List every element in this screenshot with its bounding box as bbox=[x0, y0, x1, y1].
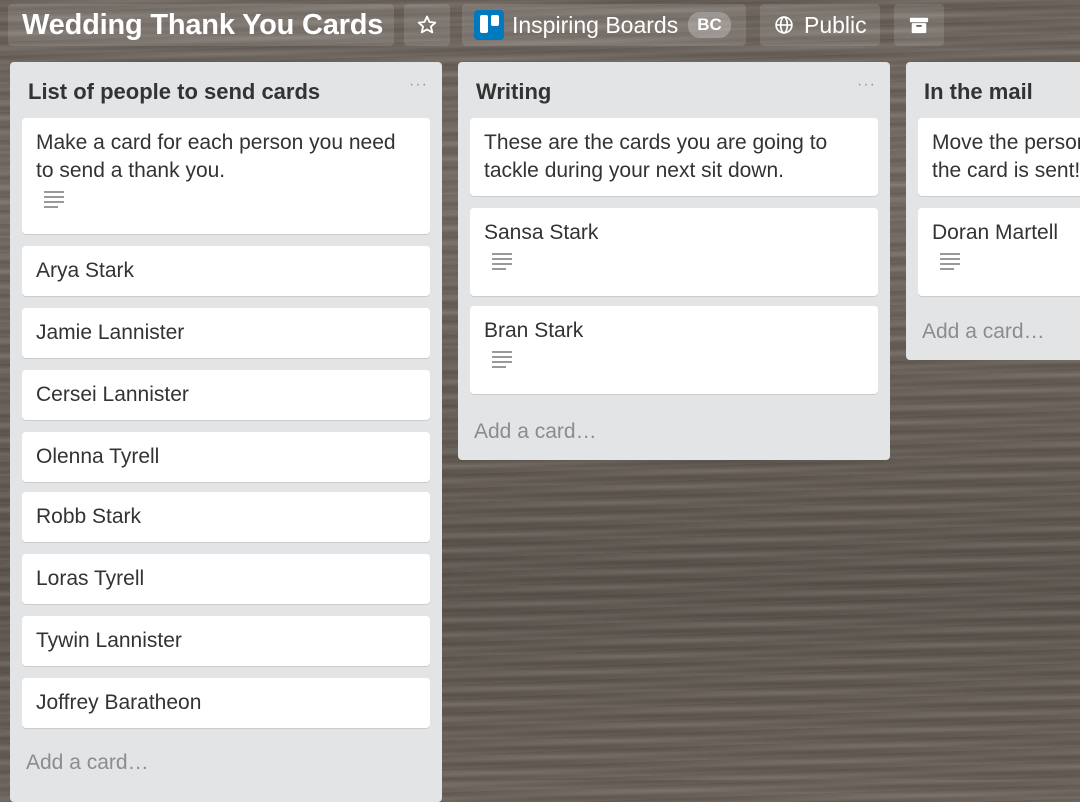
description-icon bbox=[44, 191, 64, 208]
list-card[interactable]: Joffrey Baratheon bbox=[22, 678, 430, 728]
add-card-button[interactable]: Add a card… bbox=[474, 420, 597, 444]
card-title: Move the person here once the card is se… bbox=[932, 131, 1080, 182]
list-card[interactable]: Doran Martell bbox=[918, 208, 1080, 296]
card-title: Joffrey Baratheon bbox=[36, 691, 202, 714]
list-card[interactable]: Make a card for each person you need to … bbox=[22, 118, 430, 234]
visibility-label: Public bbox=[804, 11, 867, 38]
list-menu-button[interactable]: ··· bbox=[857, 76, 876, 94]
list-writing: Writing ··· These are the cards you are … bbox=[458, 62, 890, 460]
star-button[interactable] bbox=[404, 4, 450, 46]
card-title: Jamie Lannister bbox=[36, 321, 185, 344]
card-title: Make a card for each person you need to … bbox=[36, 131, 396, 182]
team-badge: BC bbox=[688, 12, 731, 38]
card-title: Loras Tyrell bbox=[36, 567, 145, 590]
card-title: These are the cards you are going to tac… bbox=[484, 131, 828, 182]
add-card-button[interactable]: Add a card… bbox=[922, 320, 1045, 344]
team-name: Inspiring Boards bbox=[512, 11, 679, 38]
description-icon bbox=[492, 351, 512, 368]
card-title: Cersei Lannister bbox=[36, 383, 189, 406]
list-card[interactable]: Robb Stark bbox=[22, 492, 430, 542]
list-header: In the mail bbox=[906, 62, 1080, 118]
list-header: List of people to send cards ··· bbox=[10, 62, 442, 118]
list-title: In the mail bbox=[924, 79, 1033, 104]
list-menu-button[interactable]: ··· bbox=[409, 76, 428, 94]
card-title: Olenna Tyrell bbox=[36, 445, 160, 468]
card-title: Bran Stark bbox=[484, 319, 584, 342]
list-card[interactable]: Olenna Tyrell bbox=[22, 432, 430, 482]
list-card[interactable]: These are the cards you are going to tac… bbox=[470, 118, 878, 196]
list-card[interactable]: Loras Tyrell bbox=[22, 554, 430, 604]
archive-icon bbox=[909, 17, 929, 34]
board-title[interactable]: Wedding Thank You Cards bbox=[8, 4, 394, 46]
star-icon bbox=[417, 15, 437, 34]
archive-button[interactable] bbox=[894, 4, 944, 46]
card-title: Doran Martell bbox=[932, 221, 1059, 244]
board-header: Wedding Thank You Cards Inspiring Boards… bbox=[0, 0, 1080, 52]
list-card[interactable]: Sansa Stark bbox=[470, 208, 878, 296]
card-title: Robb Stark bbox=[36, 505, 142, 528]
list-card[interactable]: Bran Stark bbox=[470, 306, 878, 394]
trello-logo-icon bbox=[474, 10, 504, 40]
list-card[interactable]: Move the person here once the card is se… bbox=[918, 118, 1080, 196]
description-icon bbox=[940, 253, 960, 270]
card-title: Tywin Lannister bbox=[36, 629, 182, 652]
team-button[interactable]: Inspiring Boards BC bbox=[462, 4, 746, 46]
list-title: List of people to send cards bbox=[28, 79, 321, 104]
list-header: Writing ··· bbox=[458, 62, 890, 118]
list-card[interactable]: Tywin Lannister bbox=[22, 616, 430, 666]
list-card[interactable]: Arya Stark bbox=[22, 246, 430, 296]
list-to-send: List of people to send cards ··· Make a … bbox=[10, 62, 442, 802]
visibility-button[interactable]: Public bbox=[760, 4, 880, 46]
description-icon bbox=[492, 253, 512, 270]
card-title: Arya Stark bbox=[36, 259, 135, 282]
list-card[interactable]: Cersei Lannister bbox=[22, 370, 430, 420]
card-title: Sansa Stark bbox=[484, 221, 599, 244]
list-card[interactable]: Jamie Lannister bbox=[22, 308, 430, 358]
globe-icon bbox=[775, 16, 793, 34]
list-title: Writing bbox=[476, 79, 552, 104]
list-in-the-mail: In the mail Move the person here once th… bbox=[906, 62, 1080, 360]
add-card-button[interactable]: Add a card… bbox=[26, 751, 149, 775]
